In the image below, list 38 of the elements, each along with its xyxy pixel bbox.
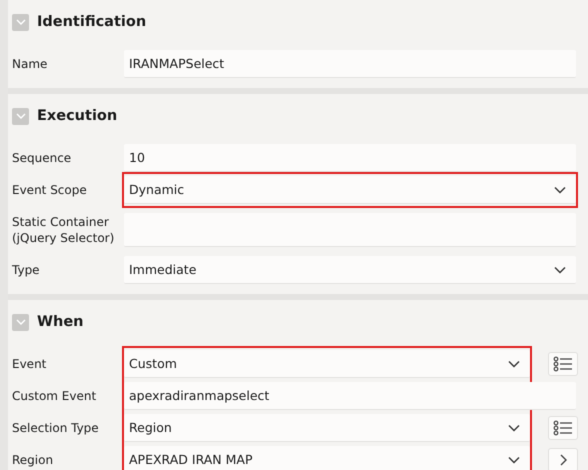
list-icon [553,420,573,436]
select-field[interactable]: Custom [124,350,530,378]
list-button[interactable] [548,352,578,376]
chevron-down-icon [554,266,566,274]
chevron-down-icon [508,456,520,464]
select-field[interactable]: APEXRAD IRAN MAP [124,446,530,470]
chevron-right-icon [559,454,567,466]
section-title: Identification [37,14,146,30]
section-title: When [37,314,84,330]
list-button[interactable] [548,416,578,440]
select-field[interactable]: Region [124,414,530,442]
field-label: Selection Type [12,421,99,435]
field-label: Sequence [12,151,72,165]
field-label: Type [12,263,40,277]
input-field[interactable]: apexradiranmapselect [124,382,576,410]
input-field[interactable]: IRANMAPSelect [124,50,576,78]
select-field[interactable]: Immediate [124,256,576,284]
input-field[interactable] [124,213,576,247]
select-field[interactable]: Dynamic [124,176,576,204]
field-label: Name [12,57,48,71]
field-label: Event Scope [12,183,87,197]
chevron-down-icon [14,18,26,26]
section-title: Execution [37,108,118,124]
chevron-down-icon [14,318,26,326]
input-field[interactable]: 10 [124,144,576,172]
collapse-toggle[interactable] [12,108,29,124]
field-label: Static Container (jQuery Selector) [12,214,116,246]
collapse-toggle[interactable] [12,14,29,30]
next-button[interactable] [548,448,578,470]
chevron-down-icon [554,186,566,194]
field-label: Custom Event [12,389,96,403]
field-label: Region [12,453,54,467]
chevron-down-icon [14,112,26,120]
chevron-down-icon [508,424,520,432]
chevron-down-icon [508,360,520,368]
list-icon [553,356,573,372]
collapse-toggle[interactable] [12,314,29,330]
field-label: Event [12,357,46,371]
